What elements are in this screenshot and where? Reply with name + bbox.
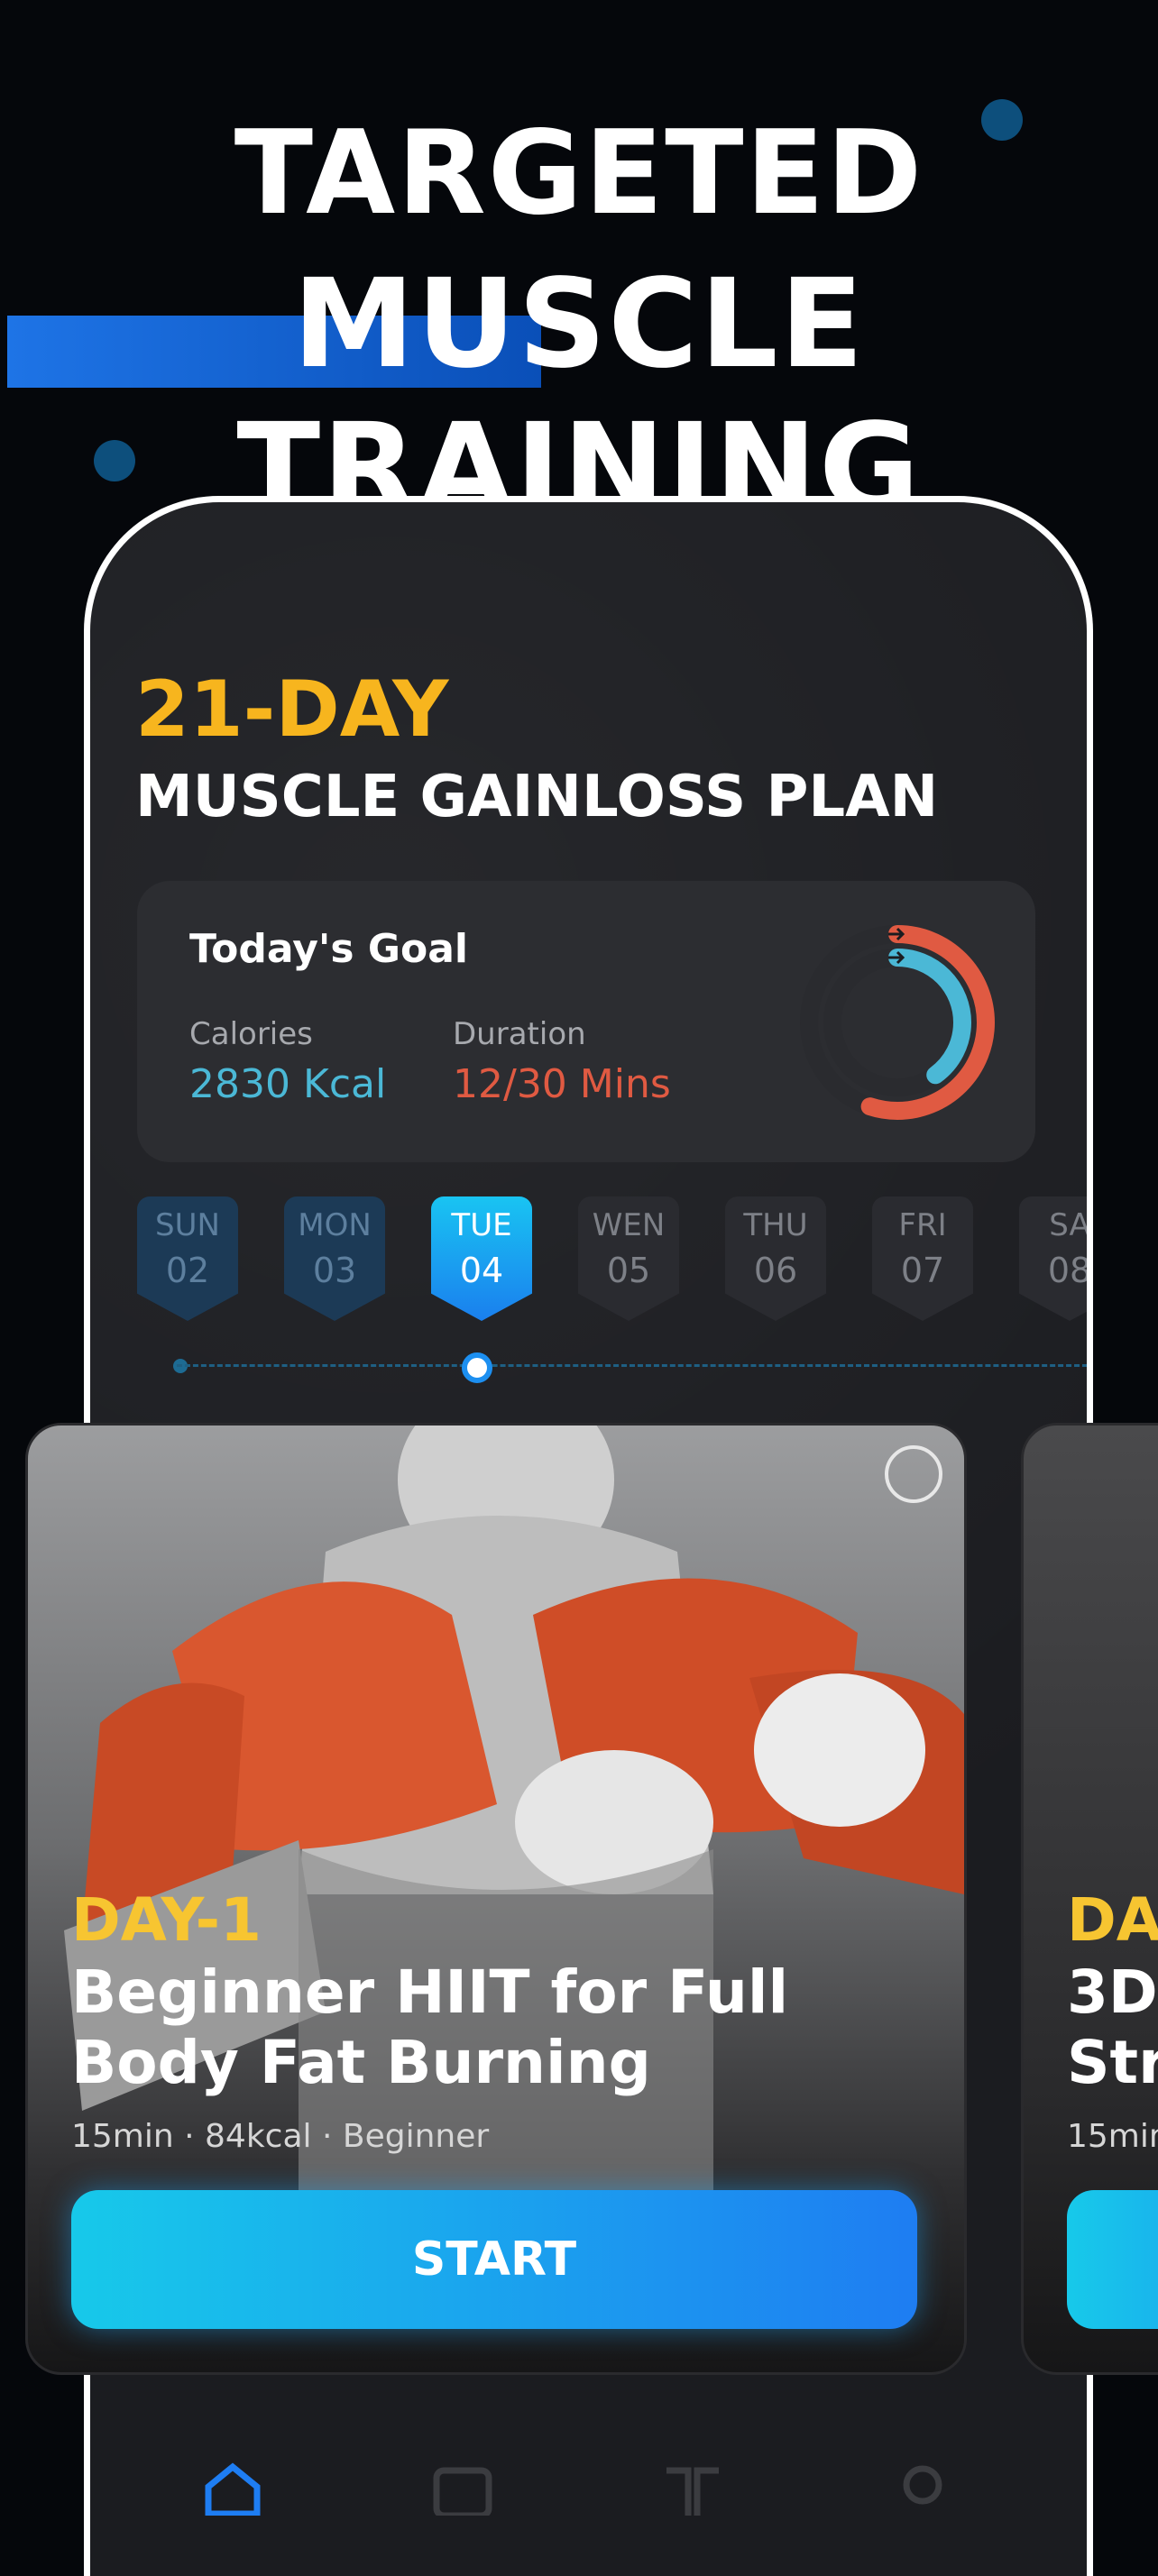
workout-title: Beginner HIIT for Full Body Fat Burning bbox=[71, 1957, 789, 2097]
day-name: TUE bbox=[451, 1207, 512, 1243]
day-number: 02 bbox=[165, 1251, 210, 1290]
next-workout-title: 3D Str bbox=[1067, 1957, 1158, 2097]
day-number: 05 bbox=[606, 1251, 651, 1290]
calories-value: 2830 Kcal bbox=[189, 1061, 387, 1107]
bottom-nav bbox=[84, 2434, 1080, 2516]
next-workout-meta: 15min bbox=[1067, 2118, 1158, 2155]
next-start-button[interactable] bbox=[1067, 2190, 1158, 2329]
plan-title: MUSCLE GAINLOSS PLAN bbox=[135, 764, 939, 830]
timeline-current-marker bbox=[462, 1352, 492, 1383]
profile-icon[interactable] bbox=[891, 2461, 954, 2516]
complete-checkbox[interactable] bbox=[885, 1445, 942, 1503]
headline-line1: TARGETED bbox=[234, 106, 924, 241]
day-item-wen[interactable]: WEN 05 bbox=[578, 1196, 679, 1321]
goal-title: Today's Goal bbox=[189, 926, 469, 972]
headline-highlight-word: MUSCLE bbox=[292, 253, 866, 396]
day-name: WEN bbox=[592, 1207, 666, 1243]
todays-goal-card[interactable]: Today's Goal Calories 2830 Kcal Duration… bbox=[137, 881, 1035, 1162]
day-item-tue[interactable]: TUE 04 bbox=[431, 1196, 532, 1321]
duration-label: Duration bbox=[453, 1016, 586, 1052]
book-icon[interactable] bbox=[661, 2461, 724, 2516]
day-number: 07 bbox=[900, 1251, 945, 1290]
muscle-illustration bbox=[64, 1426, 964, 2237]
day-number: 04 bbox=[459, 1251, 504, 1290]
day-item-fri[interactable]: FRI 07 bbox=[872, 1196, 973, 1321]
next-workout-day-label: DA bbox=[1067, 1885, 1158, 1955]
day-item-sun[interactable]: SUN 02 bbox=[137, 1196, 238, 1321]
goal-progress-ring bbox=[800, 925, 995, 1120]
day-name: MON bbox=[298, 1207, 372, 1243]
workout-day-label: DAY-1 bbox=[71, 1885, 262, 1955]
calories-label: Calories bbox=[189, 1016, 313, 1052]
workout-meta: 15min · 84kcal · Beginner bbox=[71, 2118, 490, 2155]
next-workout-card[interactable]: DA 3D Str 15min bbox=[1021, 1423, 1158, 2375]
timeline-track bbox=[177, 1364, 1087, 1367]
home-icon[interactable] bbox=[201, 2461, 264, 2516]
day-name: SA bbox=[1049, 1207, 1090, 1243]
day-number: 03 bbox=[312, 1251, 357, 1290]
day-item-mon[interactable]: MON 03 bbox=[284, 1196, 385, 1321]
day-number: 06 bbox=[753, 1251, 798, 1290]
workout-card[interactable]: DAY-1 Beginner HIIT for Full Body Fat Bu… bbox=[25, 1423, 967, 2375]
day-name: SUN bbox=[155, 1207, 220, 1243]
duration-value: 12/30 Mins bbox=[453, 1061, 671, 1107]
day-name: THU bbox=[743, 1207, 808, 1243]
video-icon[interactable] bbox=[431, 2461, 494, 2516]
start-button[interactable]: START bbox=[71, 2190, 917, 2329]
day-item-thu[interactable]: THU 06 bbox=[725, 1196, 826, 1321]
day-number: 08 bbox=[1047, 1251, 1092, 1290]
day-name: FRI bbox=[898, 1207, 947, 1243]
plan-day-label: 21-DAY bbox=[135, 665, 449, 755]
day-item-sa[interactable]: SA 08 bbox=[1019, 1196, 1092, 1321]
